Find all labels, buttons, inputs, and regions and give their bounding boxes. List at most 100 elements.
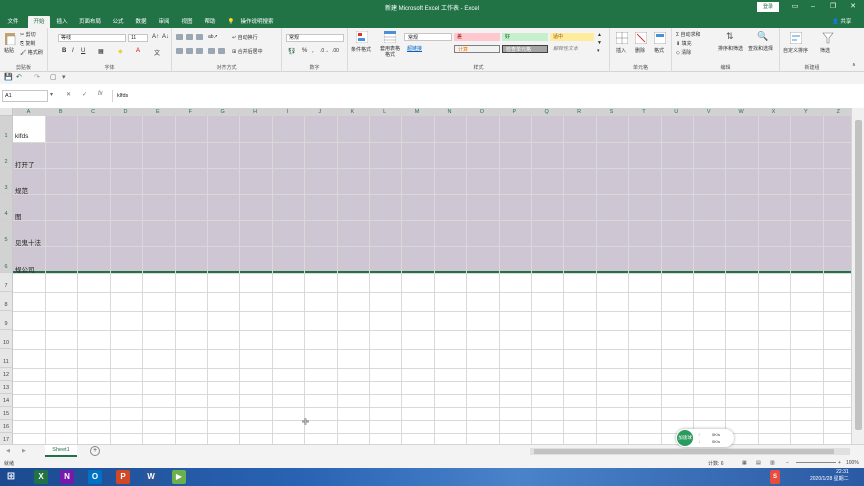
styles-more-icon[interactable]: ▾ — [597, 48, 600, 54]
next-sheet-icon[interactable]: ▶ — [22, 448, 26, 454]
close-icon[interactable]: ✕ — [846, 1, 860, 13]
cut-button[interactable]: ✂ 剪切 — [20, 31, 36, 38]
bold-button[interactable]: B — [62, 48, 66, 54]
delete-cells-icon[interactable] — [635, 32, 647, 44]
number-format-select[interactable]: 常规 — [286, 34, 344, 42]
style-check-cell[interactable]: 检查单元格 — [502, 45, 548, 53]
fill-button[interactable]: ⬇ 填充 — [676, 40, 692, 47]
media-player-icon[interactable]: ▶ — [172, 470, 186, 484]
tab-home[interactable]: 开始 — [28, 16, 50, 28]
share-button[interactable]: 👤 共享 — [832, 17, 851, 25]
redo-icon[interactable]: ↷ — [34, 73, 40, 81]
style-explanatory[interactable]: 解释性文本 — [550, 45, 594, 53]
filter-icon[interactable] — [822, 32, 834, 44]
column-header[interactable]: E — [142, 108, 175, 116]
page-layout-view-icon[interactable]: ▤ — [756, 460, 761, 466]
column-header[interactable]: Y — [790, 108, 823, 116]
align-middle-icon[interactable] — [186, 34, 193, 40]
column-header[interactable]: P — [498, 108, 531, 116]
format-cells-icon[interactable] — [654, 32, 666, 44]
increase-decimal-icon[interactable]: .0→ — [320, 48, 329, 54]
align-right-icon[interactable] — [196, 48, 203, 54]
conditional-format-button[interactable]: 条件格式 — [351, 46, 371, 53]
column-header[interactable]: L — [369, 108, 402, 116]
tab-data[interactable]: 数据 — [131, 16, 151, 28]
column-header[interactable]: K — [336, 108, 369, 116]
column-header[interactable]: R — [563, 108, 596, 116]
zoom-in-icon[interactable]: + — [838, 460, 841, 466]
style-bad[interactable]: 差 — [454, 33, 500, 41]
column-header[interactable]: O — [466, 108, 499, 116]
row-header[interactable]: 17 — [0, 433, 13, 444]
align-bottom-icon[interactable] — [196, 34, 203, 40]
sort-filter-icon[interactable]: ⇅ — [726, 31, 734, 42]
accelerate-ball[interactable]: 加速球 — [677, 430, 693, 446]
row-header[interactable]: 7 — [0, 273, 13, 292]
save-icon[interactable]: 💾 — [4, 73, 13, 81]
grow-font-icon[interactable]: A↑ — [152, 34, 159, 40]
conditional-format-icon[interactable] — [356, 31, 368, 43]
zoom-slider[interactable] — [796, 462, 836, 463]
style-hyperlink[interactable]: 超链接 — [404, 45, 452, 53]
tab-help[interactable]: 帮助 — [200, 16, 220, 28]
column-header[interactable]: V — [693, 108, 726, 116]
custom-sort-icon[interactable] — [790, 32, 802, 44]
undo-icon[interactable]: ↶ — [16, 73, 22, 81]
style-good[interactable]: 好 — [502, 33, 548, 41]
orientation-icon[interactable]: ab↗ — [208, 34, 218, 40]
shrink-font-icon[interactable]: A↓ — [162, 34, 169, 40]
column-header[interactable]: G — [207, 108, 240, 116]
merge-center-button[interactable]: ⊞ 合并后居中 — [232, 48, 263, 55]
copy-button[interactable]: ⎘ 复制 — [20, 40, 35, 47]
word-app-icon[interactable]: W — [144, 470, 158, 484]
name-box[interactable]: A1 — [2, 90, 48, 102]
row-header[interactable]: 3 — [0, 168, 13, 194]
styles-scroll-down-icon[interactable]: ▼ — [597, 40, 602, 46]
paste-icon[interactable] — [4, 31, 16, 45]
style-neutral[interactable]: 适中 — [550, 33, 594, 41]
fill-color-icon[interactable]: ◈ — [118, 48, 123, 55]
vertical-scrollbar[interactable] — [851, 108, 864, 444]
row-header[interactable]: 10 — [0, 330, 13, 349]
page-break-view-icon[interactable]: ▥ — [770, 460, 775, 466]
autosum-button[interactable]: Σ 自动求和 — [676, 31, 701, 38]
align-top-icon[interactable] — [176, 34, 183, 40]
start-icon[interactable]: ⊞ — [4, 470, 18, 484]
custom-sort-button[interactable]: 自定义排序 — [783, 47, 808, 54]
touch-mode-icon[interactable]: ▢ — [50, 73, 57, 81]
prev-sheet-icon[interactable]: ◀ — [6, 448, 10, 454]
column-header[interactable]: S — [595, 108, 629, 116]
format-cells-button[interactable]: 格式 — [654, 47, 664, 54]
row-header[interactable]: 8 — [0, 292, 13, 311]
login-button[interactable]: 登录 — [757, 2, 779, 12]
tab-view[interactable]: 视图 — [177, 16, 197, 28]
column-header[interactable]: U — [660, 108, 693, 116]
styles-scroll-up-icon[interactable]: ▲ — [597, 32, 602, 38]
outlook-app-icon[interactable]: O — [88, 470, 102, 484]
row-header[interactable]: 5 — [0, 220, 13, 246]
horizontal-scrollbar[interactable] — [530, 448, 850, 455]
zoom-out-icon[interactable]: − — [786, 460, 789, 466]
italic-button[interactable]: I — [72, 48, 74, 54]
column-header[interactable]: Q — [531, 108, 564, 116]
sogou-input-icon[interactable]: S — [770, 470, 780, 484]
row-header[interactable]: 15 — [0, 407, 13, 420]
tab-file[interactable]: 文件 — [2, 16, 24, 28]
align-center-icon[interactable] — [186, 48, 193, 54]
phonetic-icon[interactable]: 文 — [154, 48, 160, 57]
column-header[interactable]: T — [628, 108, 661, 116]
column-header[interactable]: N — [433, 108, 467, 116]
increase-indent-icon[interactable] — [218, 48, 225, 54]
tell-me-search[interactable]: 操作说明搜索 — [237, 16, 277, 28]
accounting-icon[interactable]: 💱 — [288, 48, 295, 55]
column-header[interactable]: C — [77, 108, 110, 116]
column-header[interactable]: J — [304, 108, 337, 116]
confirm-entry-icon[interactable]: ✓ — [82, 91, 87, 98]
add-sheet-icon[interactable]: + — [90, 446, 100, 456]
row-header[interactable]: 6 — [0, 246, 13, 273]
row-header[interactable]: 9 — [0, 311, 13, 330]
insert-cells-icon[interactable] — [616, 32, 628, 44]
customize-qat-icon[interactable]: ▾ — [62, 73, 66, 81]
horizontal-scroll-thumb[interactable] — [534, 449, 834, 454]
find-select-icon[interactable]: 🔍 — [757, 31, 768, 42]
